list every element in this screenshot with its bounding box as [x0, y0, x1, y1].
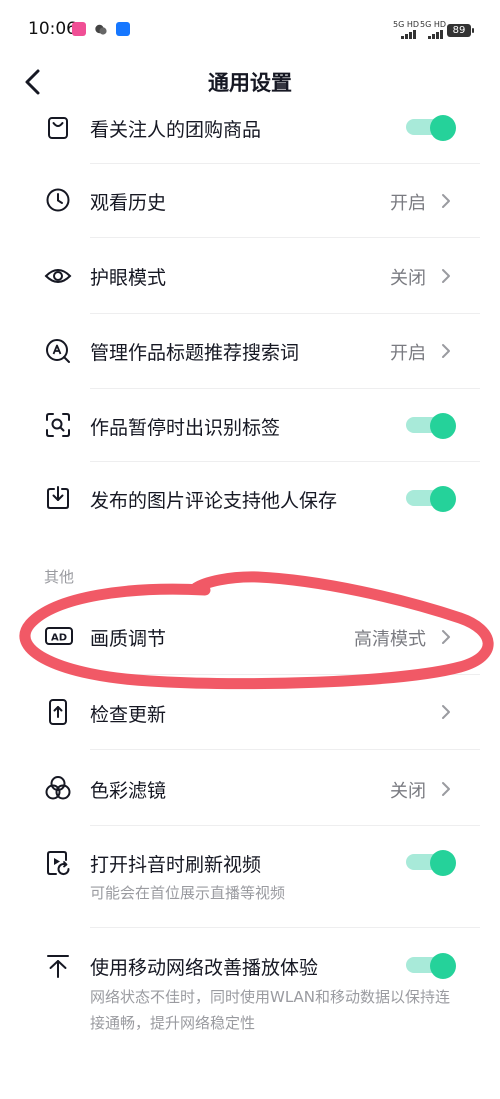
download-icon: [47, 486, 69, 509]
setting-label: 打开抖音时刷新视频: [90, 854, 262, 876]
phone-update-icon: [49, 699, 67, 725]
group-buy-toggle[interactable]: [404, 115, 456, 141]
setting-label: 作品暂停时出识别标签: [90, 417, 281, 439]
page-title: 通用设置: [208, 71, 292, 95]
setting-row-pause-tags[interactable]: 作品暂停时出识别标签: [0, 389, 500, 461]
upload-icon: [47, 955, 69, 978]
chevron-right-icon: [442, 705, 450, 719]
setting-label: 色彩滤镜: [90, 780, 167, 802]
chevron-right-icon: [442, 782, 450, 796]
status-bar: 10:06 5G HD 5G HD 89: [0, 0, 500, 58]
refresh-video-toggle[interactable]: [404, 850, 456, 876]
chevron-right-icon: [442, 269, 450, 283]
setting-description: 可能会在首位展示直播等视频: [90, 884, 286, 902]
refresh-video-icon: [47, 851, 70, 876]
battery-indicator: 89: [447, 24, 471, 37]
mobile-network-toggle[interactable]: [404, 953, 456, 979]
notification-app-icon: [72, 22, 86, 36]
setting-label: 发布的图片评论支持他人保存: [90, 490, 338, 512]
setting-label: 看关注人的团购商品: [90, 119, 262, 141]
setting-label: 检查更新: [90, 704, 167, 726]
setting-row-eye-care[interactable]: 护眼模式 关闭: [0, 238, 500, 313]
setting-row-save-images[interactable]: 发布的图片评论支持他人保存: [0, 462, 500, 534]
setting-value: 开启: [390, 193, 426, 214]
setting-row-refresh-video[interactable]: 打开抖音时刷新视频 可能会在首位展示直播等视频: [0, 826, 500, 926]
setting-row-search-words[interactable]: 管理作品标题推荐搜索词 开启: [0, 314, 500, 388]
setting-row-check-update[interactable]: 检查更新: [0, 675, 500, 749]
setting-row-group-buy[interactable]: 看关注人的团购商品: [0, 106, 500, 156]
battery-tip: [472, 28, 474, 33]
wechat-icon: [94, 22, 108, 36]
setting-value: 高清模式: [354, 629, 426, 650]
search-icon: [46, 339, 70, 363]
setting-description: 网络状态不佳时，同时使用WLAN和移动数据以保持连接通畅，提升网络稳定性: [90, 988, 451, 1032]
clock-icon: [46, 188, 70, 212]
status-time: 10:06: [28, 19, 77, 39]
scan-icon: [46, 413, 70, 437]
setting-value: 开启: [390, 343, 426, 364]
shopping-bag-icon: [48, 117, 68, 139]
section-title-other: 其他: [44, 568, 75, 586]
setting-value: 关闭: [390, 268, 426, 289]
chevron-right-icon: [442, 194, 450, 208]
color-filter-icon: [45, 776, 71, 800]
nav-bar: 通用设置: [0, 58, 500, 106]
setting-label: 护眼模式: [90, 267, 167, 289]
pause-tags-toggle[interactable]: [404, 413, 456, 439]
setting-value: 关闭: [390, 781, 426, 802]
chevron-right-icon: [442, 630, 450, 644]
setting-label: 画质调节: [90, 628, 167, 650]
save-images-toggle[interactable]: [404, 486, 456, 512]
svg-text:AD: AD: [51, 633, 67, 644]
chevron-right-icon: [442, 344, 450, 358]
setting-row-color-filter[interactable]: 色彩滤镜 关闭: [0, 750, 500, 825]
alipay-icon: [116, 22, 130, 36]
setting-label: 管理作品标题推荐搜索词: [90, 342, 300, 364]
setting-row-quality[interactable]: AD 画质调节 高清模式: [0, 598, 500, 674]
setting-row-watch-history[interactable]: 观看历史 开启: [0, 164, 500, 237]
eye-icon: [44, 269, 72, 283]
ad-icon: AD: [45, 627, 73, 645]
setting-row-mobile-network[interactable]: 使用移动网络改善播放体验 网络状态不佳时，同时使用WLAN和移动数据以保持连接通…: [0, 928, 500, 1048]
setting-label: 观看历史: [90, 192, 167, 214]
setting-label: 使用移动网络改善播放体验: [90, 957, 319, 979]
